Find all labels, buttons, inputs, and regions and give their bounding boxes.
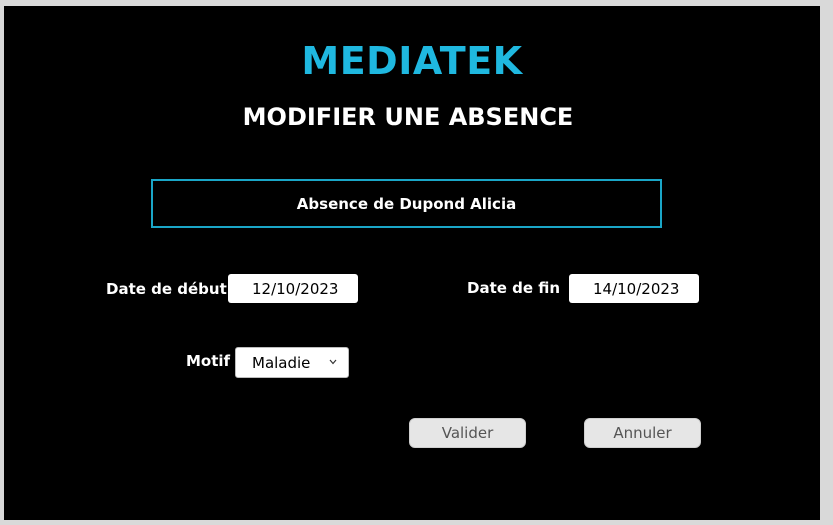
app-window: MEDIATEK MODIFIER UNE ABSENCE Absence de…: [4, 6, 820, 520]
chevron-down-icon: [328, 356, 338, 368]
end-date-label: Date de fin: [467, 279, 561, 297]
end-date-input[interactable]: [569, 274, 699, 303]
motif-label: Motif: [186, 352, 231, 370]
start-date-label: Date de début: [106, 280, 227, 298]
start-date-input[interactable]: [228, 274, 358, 303]
page-title: MODIFIER UNE ABSENCE: [242, 103, 574, 131]
cancel-button[interactable]: Annuler: [584, 418, 701, 448]
app-title: MEDIATEK: [301, 39, 523, 83]
motif-selected-value: Maladie: [252, 353, 311, 372]
absence-subject-text: Absence de Dupond Alicia: [296, 194, 517, 213]
motif-select[interactable]: Maladie: [235, 347, 349, 378]
absence-subject-box: Absence de Dupond Alicia: [151, 179, 662, 228]
validate-button[interactable]: Valider: [409, 418, 526, 448]
